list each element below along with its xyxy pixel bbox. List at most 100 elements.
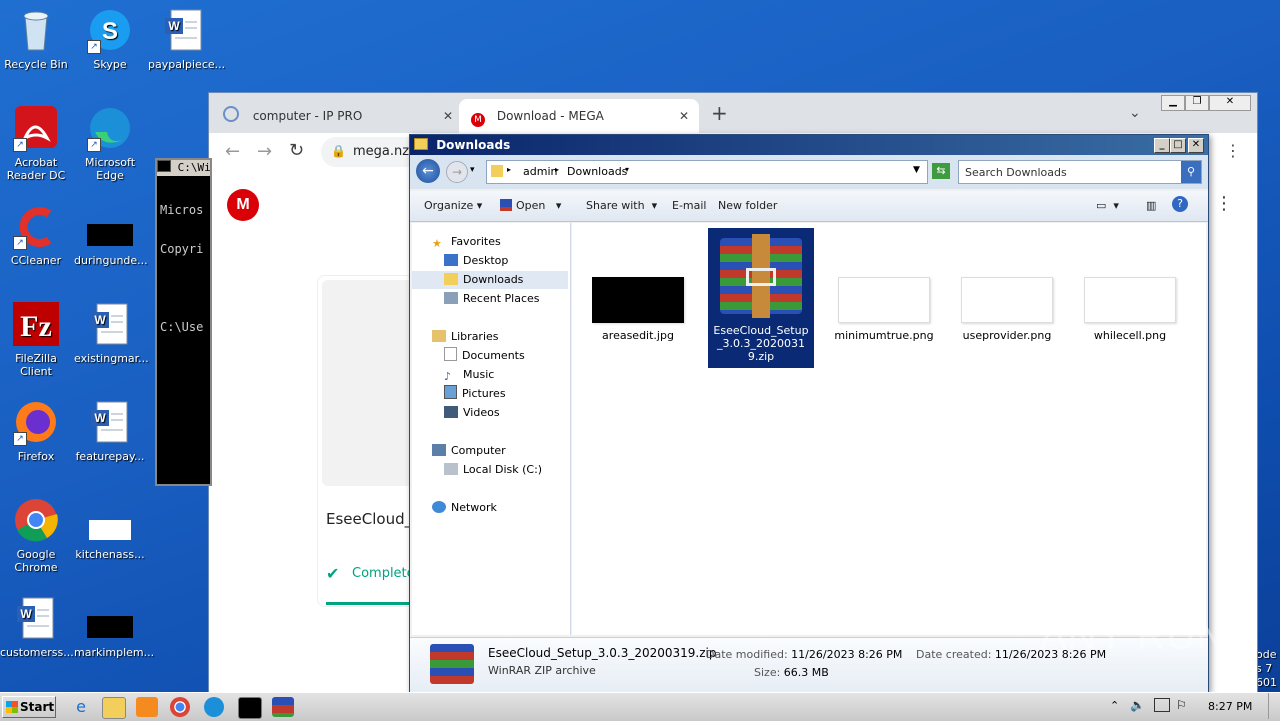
tab-search-chevron-icon[interactable]: ⌄	[1129, 105, 1141, 121]
desktop-icon-label: Google Chrome	[14, 548, 58, 574]
clock[interactable]: 8:27 PM	[1208, 700, 1252, 713]
nav-favorites[interactable]: ★ Favorites	[432, 233, 501, 251]
desktop-edge-text: ode s 7 601	[1256, 648, 1277, 690]
show-desktop-button[interactable]	[1268, 693, 1279, 719]
nav-network[interactable]: Network	[432, 499, 497, 517]
maximize-button[interactable]: □	[1170, 138, 1186, 153]
network-tray-icon[interactable]	[1154, 698, 1170, 712]
filezilla-icon: Fz	[13, 302, 59, 348]
svg-text:W: W	[94, 411, 106, 425]
desktop-icon-chrome[interactable]: Google Chrome	[0, 498, 72, 574]
browser-menu-icon[interactable]: ⋮	[1225, 141, 1241, 160]
flag-icon[interactable]: ⚐	[1176, 698, 1187, 712]
nav-label: Desktop	[463, 254, 509, 267]
browser-maximize-button[interactable]: ❐	[1185, 95, 1209, 111]
desktop-icon-recycle-bin[interactable]: Recycle Bin	[0, 8, 72, 71]
desktop-icon-paypalpiece[interactable]: W paypalpiece...	[148, 8, 226, 71]
nav-local-disk[interactable]: Local Disk (C:)	[444, 461, 542, 479]
chrome-taskbar-icon[interactable]	[170, 697, 190, 717]
desktop-icon-acrobat[interactable]: ↗ Acrobat Reader DC	[0, 106, 72, 182]
nav-recent-places[interactable]: Recent Places	[444, 290, 540, 308]
winrar-taskbar-icon[interactable]	[272, 697, 294, 717]
tab-mega-download[interactable]: M Download - MEGA ✕	[459, 99, 699, 133]
desktop-icon-label: paypalpiece...	[148, 58, 226, 71]
desktop-icon-filezilla[interactable]: Fz FileZilla Client	[0, 302, 72, 378]
minimize-button[interactable]: _	[1154, 138, 1170, 153]
chrome-icon	[13, 498, 59, 544]
desktop-icon-customerss[interactable]: W customerss...	[0, 596, 74, 659]
ip-pro-favicon-icon	[223, 106, 239, 122]
view-options-icon[interactable]: ▭ ▾	[1096, 199, 1119, 212]
breadcrumb[interactable]: ▸ admin ▸ Downloads ▾ ▼	[486, 160, 928, 184]
desktop-icon-kitchenass[interactable]: kitchenass...	[74, 498, 146, 561]
breadcrumb-item[interactable]: Downloads	[567, 165, 627, 178]
cmd-taskbar-icon[interactable]	[238, 697, 262, 719]
taskbar: Start e ⌃ 🔈 ⚐ 8:27 PM	[0, 692, 1280, 721]
back-arrow-icon[interactable]: ←	[225, 141, 240, 162]
close-button[interactable]: ✕	[1188, 138, 1204, 153]
desktop-icon-ccleaner[interactable]: ↗ CCleaner	[0, 204, 72, 267]
search-icon[interactable]: ⚲	[1181, 161, 1201, 183]
value: 11/26/2023 8:26 PM	[791, 648, 903, 661]
lock-icon: 🔒	[331, 144, 346, 158]
file-item[interactable]: areasedit.jpg	[586, 277, 690, 342]
nav-computer[interactable]: Computer	[432, 442, 506, 460]
breadcrumb-item[interactable]: admin	[523, 165, 557, 178]
file-item[interactable]: minimumtrue.png	[832, 277, 936, 342]
show-hidden-icons-icon[interactable]: ⌃	[1110, 699, 1119, 712]
file-item-selected[interactable]: EseeCloud_Setup_3.0.3_20200319.zip	[708, 228, 814, 368]
nav-music[interactable]: ♪ Music	[444, 366, 494, 384]
organize-button[interactable]: Organize ▾	[424, 199, 482, 212]
start-button[interactable]: Start	[2, 696, 56, 718]
nav-documents[interactable]: Documents	[444, 347, 525, 365]
file-name: areasedit.jpg	[602, 329, 674, 342]
desktop-icon-label: Recycle Bin	[4, 58, 68, 71]
open-button[interactable]: Open ▾	[500, 199, 561, 212]
explorer-taskbar-icon[interactable]	[102, 697, 126, 719]
reload-icon[interactable]: ↻	[289, 140, 304, 161]
nav-desktop[interactable]: Desktop	[444, 252, 508, 270]
preview-pane-icon[interactable]: ▥	[1146, 199, 1156, 212]
volume-icon[interactable]: 🔈	[1130, 698, 1145, 712]
tab-ip-pro[interactable]: computer - IP PRO ✕	[223, 99, 453, 133]
refresh-icon[interactable]: ⇆	[932, 163, 950, 179]
cmd-title: C:\Wi	[177, 161, 210, 174]
ie-taskbar-icon[interactable]: e	[70, 697, 92, 717]
desktop-icon-skype[interactable]: S ↗ Skype	[74, 8, 146, 71]
browser-close-button[interactable]: ✕	[1209, 95, 1251, 111]
edge-taskbar-icon[interactable]	[204, 697, 224, 717]
media-player-taskbar-icon[interactable]	[136, 697, 158, 717]
tab-close-icon[interactable]: ✕	[443, 99, 453, 133]
email-button[interactable]: E-mail	[672, 199, 707, 212]
desktop-icon-markimplem[interactable]: markimplem...	[74, 596, 154, 659]
forward-arrow-icon[interactable]: →	[257, 141, 272, 162]
back-button-icon[interactable]: ←	[416, 159, 440, 183]
nav-pictures[interactable]: Pictures	[444, 385, 506, 403]
desktop-icon-edge[interactable]: ↗ Microsoft Edge	[74, 106, 146, 182]
firefox-icon: ↗	[13, 400, 59, 446]
help-icon[interactable]: ?	[1172, 196, 1188, 212]
new-tab-button[interactable]: +	[711, 101, 728, 125]
search-box[interactable]: Search Downloads ⚲	[958, 160, 1202, 184]
desktop-icon-existingmar[interactable]: W existingmar...	[74, 302, 149, 365]
nav-label: Recent Places	[463, 292, 540, 305]
page-menu-icon[interactable]: ⋮	[1215, 193, 1233, 214]
share-with-button[interactable]: Share with ▾	[586, 199, 657, 212]
desktop-icon-firefox[interactable]: ↗ Firefox	[0, 400, 72, 463]
nav-downloads[interactable]: Downloads	[412, 271, 568, 289]
computer-icon	[432, 444, 446, 456]
breadcrumb-sep-icon: ▾	[625, 165, 630, 174]
browser-minimize-button[interactable]: ▁	[1161, 95, 1185, 111]
address-dropdown-icon[interactable]: ▼	[913, 165, 920, 175]
nav-videos[interactable]: Videos	[444, 404, 500, 422]
history-dropdown-icon[interactable]: ▾	[470, 165, 475, 175]
desktop-icon-duringunde[interactable]: duringunde...	[74, 204, 148, 267]
file-item[interactable]: whilecell.png	[1078, 277, 1182, 342]
edge-icon: ↗	[87, 106, 133, 152]
new-folder-button[interactable]: New folder	[718, 199, 777, 212]
desktop-icon-featurepay[interactable]: W featurepay...	[74, 400, 146, 463]
file-item[interactable]: useprovider.png	[955, 277, 1059, 342]
nav-libraries[interactable]: Libraries	[432, 328, 499, 346]
forward-button-icon[interactable]: →	[446, 161, 468, 183]
tab-close-icon[interactable]: ✕	[679, 99, 689, 133]
